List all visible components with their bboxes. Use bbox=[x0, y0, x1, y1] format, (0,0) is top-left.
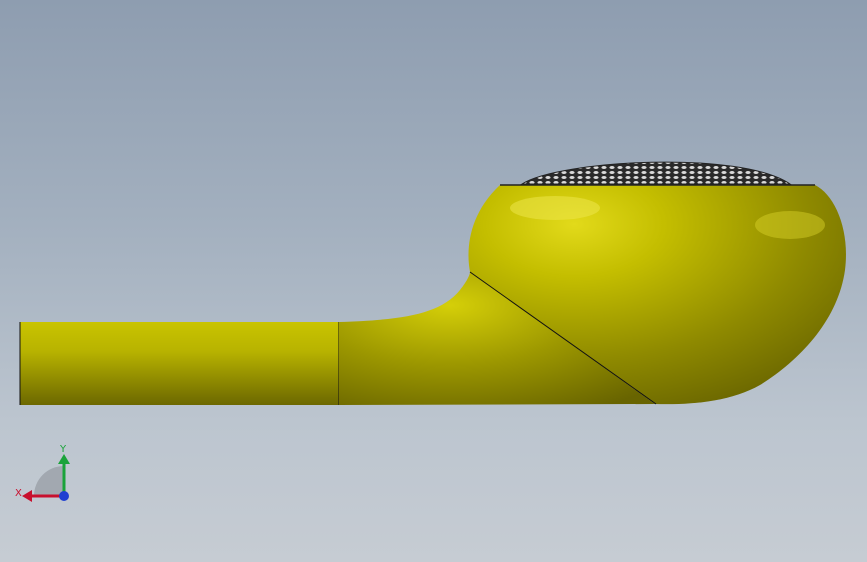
x-axis-label: X bbox=[15, 488, 22, 499]
head-highlight bbox=[510, 196, 600, 220]
cad-viewport[interactable]: Y X bbox=[0, 0, 867, 562]
axis-triad: Y X bbox=[15, 444, 70, 502]
x-axis-arrow bbox=[22, 490, 32, 502]
head-highlight-right bbox=[755, 211, 825, 239]
y-axis-label: Y bbox=[59, 444, 67, 455]
triad-plane bbox=[34, 466, 64, 496]
earbud-model[interactable] bbox=[0, 0, 867, 562]
mesh-grille bbox=[520, 161, 792, 185]
z-axis-dot bbox=[59, 491, 69, 501]
y-axis-arrow bbox=[58, 454, 70, 464]
stem bbox=[20, 322, 340, 405]
